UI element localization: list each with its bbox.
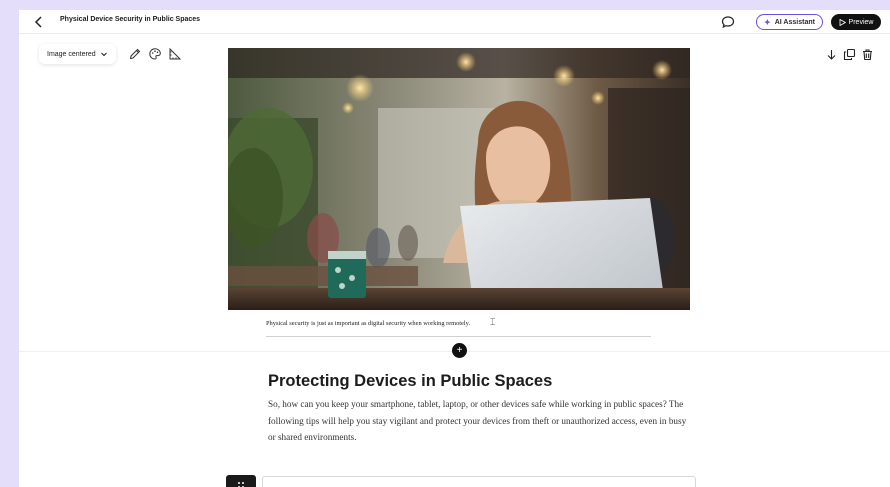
play-icon: [839, 18, 846, 26]
trash-icon[interactable]: [861, 48, 874, 61]
ai-assistant-label: AI Assistant: [774, 18, 815, 26]
image-caption[interactable]: Physical security is just as important a…: [266, 320, 470, 327]
arrow-down-icon[interactable]: [825, 48, 838, 61]
image-toolbar: Image centered: [39, 43, 182, 65]
chevron-down-icon: [100, 52, 107, 57]
add-block-button[interactable]: +: [452, 343, 467, 358]
ai-assistant-button[interactable]: ✦ AI Assistant: [756, 14, 823, 30]
woman-with-laptop-photo: [228, 48, 690, 310]
caption-divider: [266, 336, 651, 337]
image-alignment-dropdown[interactable]: Image centered: [39, 44, 116, 64]
top-bar: Physical Device Security in Public Space…: [19, 10, 890, 34]
next-content-block[interactable]: [262, 476, 696, 487]
alignment-value: Image centered: [47, 50, 96, 58]
editor-window: Physical Device Security in Public Space…: [19, 10, 890, 487]
duplicate-icon[interactable]: [843, 48, 856, 61]
preview-label: Preview: [848, 18, 874, 26]
speech-bubble-icon: [721, 16, 735, 29]
palette-icon[interactable]: [148, 47, 162, 61]
chevron-left-icon: [34, 16, 42, 28]
preview-button[interactable]: Preview: [831, 14, 881, 30]
sparkle-icon: ✦: [764, 17, 771, 27]
section-body[interactable]: So, how can you keep your smartphone, ta…: [268, 396, 688, 446]
section-heading[interactable]: Protecting Devices in Public Spaces: [268, 372, 552, 391]
pencil-icon[interactable]: [128, 47, 142, 61]
text-cursor-icon: ⌶: [490, 317, 496, 327]
back-button[interactable]: [31, 14, 47, 30]
document-title: Physical Device Security in Public Space…: [60, 16, 201, 23]
hero-image[interactable]: [228, 48, 690, 310]
comments-button[interactable]: [721, 15, 735, 29]
block-actions: [821, 44, 878, 64]
block-drag-handle[interactable]: [226, 475, 256, 487]
ruler-triangle-icon[interactable]: [168, 47, 182, 61]
grip-icon: [238, 482, 244, 487]
